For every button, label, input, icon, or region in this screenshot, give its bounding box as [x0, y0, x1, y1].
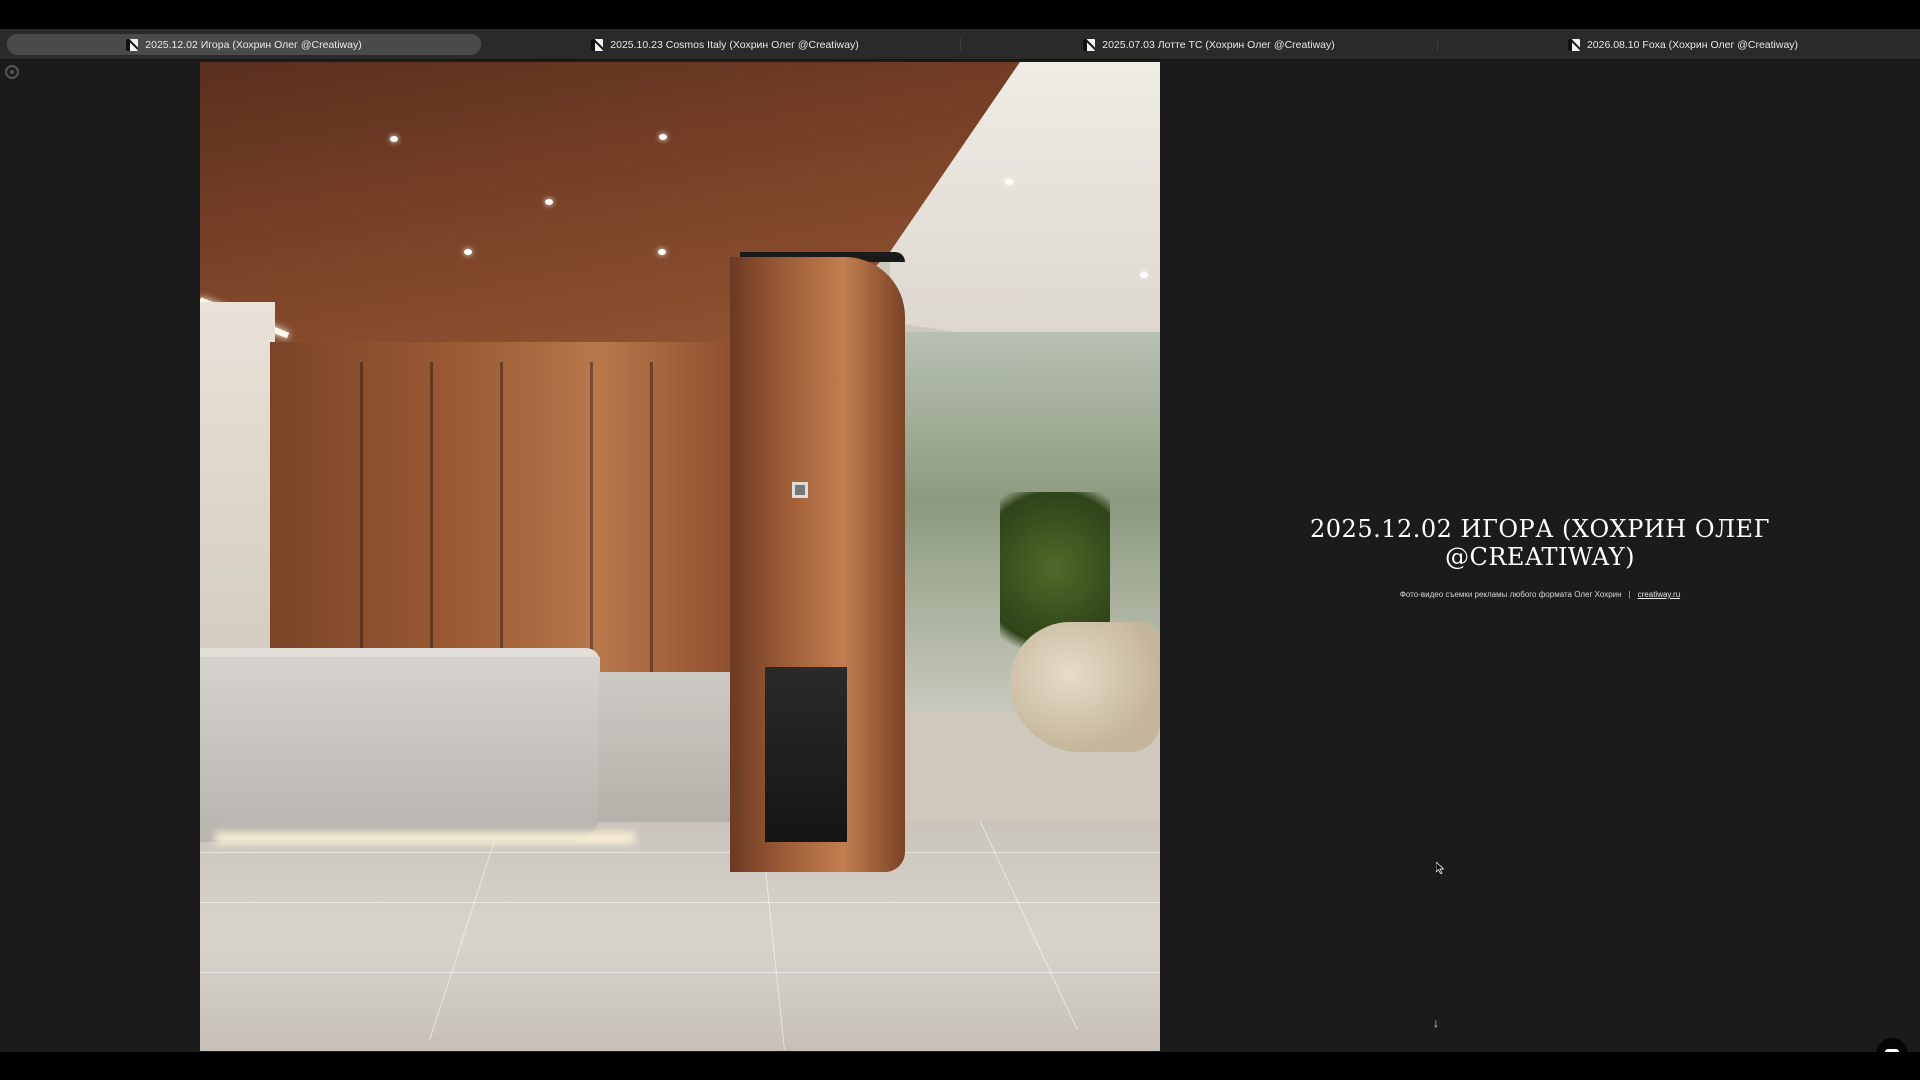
- site-favicon-icon: [1567, 38, 1580, 51]
- tab-divider: [1437, 38, 1438, 51]
- subtitle-text: Фото-видео съемки рекламы любого формата…: [1399, 590, 1622, 599]
- tab-cosmos-italy[interactable]: 2025.10.23 Cosmos Italy (Хохрин Олег @Cr…: [488, 34, 962, 55]
- photo-ceiling-light: [1005, 179, 1013, 185]
- gallery-photo: [200, 62, 1160, 1051]
- tab-label: 2025.07.03 Лотте ТС (Хохрин Олег @Creati…: [1102, 38, 1335, 51]
- settings-gear-icon[interactable]: [5, 65, 19, 79]
- browser-window: 2025.12.02 Игора (Хохрин Олег @Creatiway…: [0, 29, 1920, 1070]
- tab-foxa[interactable]: 2026.08.10 Foxa (Хохрин Олег @Creatiway): [1446, 34, 1920, 55]
- gallery-title-block: 2025.12.02 Игора (Хохрин Олег @Creatiway…: [1160, 515, 1920, 599]
- subtitle-separator: |: [1628, 590, 1631, 599]
- photo-sofa: [1010, 622, 1160, 752]
- photo-ceiling-light: [545, 199, 553, 205]
- page-title-line-2: @Creatiway): [1445, 543, 1635, 571]
- tab-label: 2025.12.02 Игора (Хохрин Олег @Creatiway…: [145, 38, 362, 51]
- screen-top-bar: [0, 0, 1920, 29]
- page-title: 2025.12.02 Игора (Хохрин Олег @Creatiway…: [1160, 515, 1920, 571]
- photo-bin: [765, 667, 847, 842]
- site-favicon-icon: [126, 38, 139, 51]
- site-link[interactable]: creatiway.ru: [1638, 590, 1681, 599]
- subtitle-row: Фото-видео съемки рекламы любого формата…: [1160, 590, 1920, 599]
- photo-ceiling-light: [658, 249, 666, 255]
- photo-floor-joint: [200, 852, 1160, 853]
- tab-bar: 2025.12.02 Игора (Хохрин Олег @Creatiway…: [0, 29, 1920, 60]
- page-title-line-1: 2025.12.02 Игора (Хохрин Олег: [1310, 515, 1770, 543]
- photo-locker-line: [360, 362, 363, 692]
- photo-floor-joint: [200, 902, 1160, 903]
- photo-counter: [200, 657, 600, 842]
- photo-locker-line: [500, 362, 503, 692]
- tab-igora[interactable]: 2025.12.02 Игора (Хохрин Олег @Creatiway…: [7, 34, 481, 55]
- tab-label: 2025.10.23 Cosmos Italy (Хохрин Олег @Cr…: [610, 38, 859, 51]
- photo-locker-line: [650, 362, 653, 692]
- site-favicon-icon: [591, 38, 604, 51]
- photo-floor: [200, 822, 1160, 1051]
- site-favicon-icon: [1083, 38, 1096, 51]
- photo-ceiling-light: [464, 249, 472, 255]
- photo-ceiling-light: [659, 134, 667, 140]
- screen-bottom-bar: [0, 1052, 1920, 1080]
- photo-wall-panel: [792, 482, 808, 498]
- tab-label: 2026.08.10 Foxa (Хохрин Олег @Creatiway): [1586, 38, 1799, 51]
- photo-locker-line: [430, 362, 433, 692]
- arrow-down-icon[interactable]: ↓: [1433, 1016, 1439, 1030]
- photo-ceiling-light: [1140, 272, 1148, 278]
- photo-locker-line: [590, 362, 593, 692]
- mouse-cursor-icon: [1436, 862, 1444, 874]
- tab-lotte[interactable]: 2025.07.03 Лотте ТС (Хохрин Олег @Creati…: [972, 34, 1446, 55]
- photo-counter-side: [598, 672, 730, 822]
- photo-floor-joint: [200, 972, 1160, 973]
- photo-counter-glow: [215, 832, 635, 844]
- photo-ceiling-light: [390, 136, 398, 142]
